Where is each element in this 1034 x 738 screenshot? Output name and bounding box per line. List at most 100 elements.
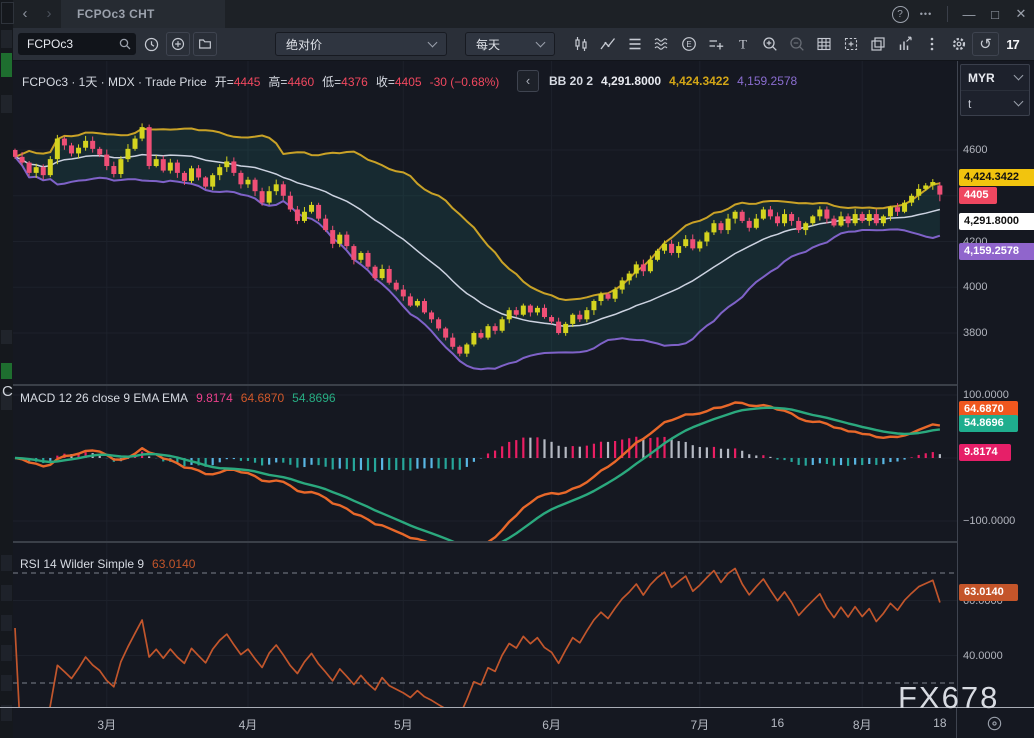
collapse-legend-button[interactable]: ‹ (517, 70, 539, 92)
indicators-button[interactable] (594, 31, 621, 57)
forward-button[interactable]: › (37, 3, 61, 25)
more-tools-button[interactable] (918, 31, 945, 57)
help-icon: ? (892, 6, 909, 23)
change-value: -30 (−0.68%) (430, 75, 500, 89)
gear-icon (950, 35, 968, 53)
close-label: 收= (376, 75, 395, 89)
copy-chart-button[interactable] (864, 31, 891, 57)
price-mode-dropdown[interactable]: 绝对价 (275, 32, 447, 56)
svg-text:T: T (739, 37, 747, 52)
low-label: 低= (322, 75, 341, 89)
bb-lower-value: 4,159.2578 (737, 74, 797, 88)
add-symbol-button[interactable] (166, 32, 190, 56)
snapshot-button[interactable] (837, 31, 864, 57)
series-title: FCPOc3 · 1天 · MDX · Trade Price (22, 73, 207, 90)
chevron-down-icon (1014, 97, 1024, 107)
plus-circle-icon (170, 36, 186, 52)
text-tool-button[interactable]: T (729, 31, 756, 57)
price-badge: 4,291.8000 (959, 213, 1034, 230)
back-button[interactable]: ‹ (13, 3, 37, 25)
tradingview-logo-button[interactable]: 17 (999, 31, 1026, 57)
cropped-icon: C (2, 383, 13, 400)
tab-fcpoc3-cht[interactable]: FCPOc3 CHT (61, 0, 225, 28)
chart-style-button[interactable] (567, 31, 594, 57)
compare-button[interactable] (702, 31, 729, 57)
price-mode-value: 绝对价 (286, 36, 429, 53)
screenshot-icon (842, 35, 860, 53)
price-badge: 4,424.3422 (959, 169, 1034, 186)
time-axis-label: 6月 (542, 716, 561, 733)
waves-icon (653, 35, 671, 53)
toolbar: 绝对价 每天 E T (13, 28, 1034, 61)
axis-tick: −100.0000 (963, 514, 1015, 528)
export-chart-button[interactable] (891, 31, 918, 57)
wave-tool-button[interactable] (648, 31, 675, 57)
titlebar-divider (947, 6, 948, 22)
time-axis-label: 8月 (853, 716, 872, 733)
strip-block (1, 363, 12, 379)
bb-basis-value: 4,291.8000 (601, 74, 661, 88)
settings-button[interactable] (945, 31, 972, 57)
high-label: 高= (268, 75, 287, 89)
timezone-icon[interactable] (986, 715, 1003, 732)
data-window-button[interactable] (810, 31, 837, 57)
strip-block (1, 585, 12, 601)
time-axis-label: 5月 (394, 716, 413, 733)
bb-title: BB 20 2 (549, 74, 593, 88)
tradingview-logo: 17 (1006, 37, 1018, 52)
rsi-legend: RSI 14 Wilder Simple 9 63.0140 (20, 557, 195, 571)
strip-block (1, 645, 12, 661)
trading-app-window: C ‹ › FCPOc3 CHT ? ••• — □ ✕ 绝对价 (0, 0, 1034, 738)
events-button[interactable]: E (675, 31, 702, 57)
strip-block (1, 615, 12, 631)
chevron-down-icon (1014, 71, 1024, 81)
time-axis-border (0, 707, 1034, 708)
text-tool-icon: T (734, 35, 752, 53)
currency-row[interactable]: MYR (961, 65, 1029, 90)
help-button[interactable]: ? (887, 3, 913, 25)
axis-tick: 100.0000 (963, 388, 1009, 402)
macd-title: MACD 12 26 close 9 EMA EMA (20, 391, 188, 405)
price-badge: 4405 (959, 187, 997, 204)
pane-separator[interactable] (13, 541, 1034, 543)
maximize-button[interactable]: □ (982, 3, 1008, 25)
templates-button[interactable] (621, 31, 648, 57)
open-value: 4445 (234, 75, 261, 89)
more-menu-button[interactable]: ••• (913, 3, 939, 25)
clock-icon (143, 36, 160, 53)
pane-separator[interactable] (13, 384, 1034, 386)
low-value: 4376 (341, 75, 368, 89)
price-badge: 4,159.2578 (959, 243, 1034, 260)
time-scale[interactable]: 3月4月5月6月7月8月1618 (0, 708, 1034, 738)
strip-block (1, 95, 12, 113)
high-value: 4460 (287, 75, 314, 89)
clock-button[interactable] (139, 32, 163, 56)
zoom-in-button[interactable] (756, 31, 783, 57)
price-scale[interactable]: MYR t 4600420040003800100.00000.0000−100… (957, 60, 1034, 707)
tab-title: FCPOc3 CHT (77, 7, 155, 21)
time-axis-label: 7月 (690, 716, 709, 733)
minimize-button[interactable]: — (956, 3, 982, 25)
open-label: 开= (215, 75, 234, 89)
currency-unit-selector[interactable]: MYR t (960, 64, 1030, 116)
bb-upper-value: 4,424.3422 (669, 74, 729, 88)
undo-button[interactable]: ↺ (972, 32, 999, 56)
time-axis-label: 4月 (239, 716, 258, 733)
strip-block (1, 2, 14, 24)
candles-icon (572, 35, 590, 53)
search-icon (118, 37, 132, 51)
open-layout-button[interactable] (193, 32, 217, 56)
rsi-value: 63.0140 (152, 557, 195, 571)
unit-row[interactable]: t (961, 90, 1029, 116)
zoom-in-icon (761, 35, 779, 53)
close-button[interactable]: ✕ (1008, 3, 1034, 25)
axis-tick: 3800 (963, 326, 987, 340)
chevron-down-icon (428, 37, 438, 47)
zoom-out-button[interactable] (783, 31, 810, 57)
left-edge-strip (0, 0, 13, 738)
grid-icon (815, 35, 833, 53)
watermark: FX678 (898, 680, 999, 716)
strip-block (1, 330, 12, 344)
timeframe-dropdown[interactable]: 每天 (465, 32, 555, 56)
macd-hist-value: 9.8174 (196, 391, 233, 405)
